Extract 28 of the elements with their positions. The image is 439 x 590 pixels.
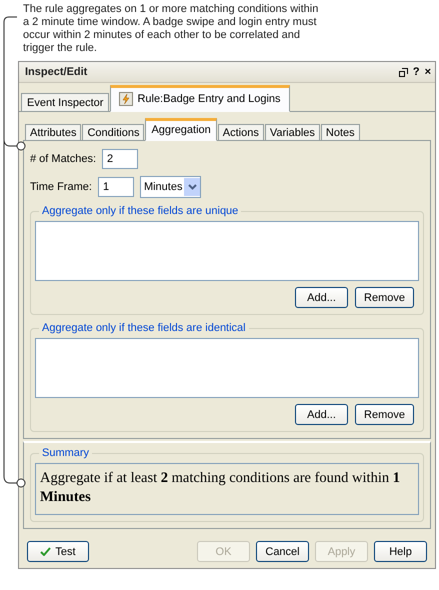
close-button[interactable]: × xyxy=(424,66,431,78)
add-button[interactable]: Add... xyxy=(295,404,348,425)
matches-field[interactable]: 2 xyxy=(102,149,138,169)
time-frame-label: Time Frame: xyxy=(30,181,92,193)
editor-tab[interactable]: Rule:Badge Entry and Logins xyxy=(110,85,290,112)
section-tab[interactable]: Attributes xyxy=(25,124,82,141)
remove-button[interactable]: Remove xyxy=(355,404,414,425)
section-tab[interactable]: Notes xyxy=(320,124,360,141)
summary-title: Summary xyxy=(41,447,90,459)
help-button[interactable]: ? xyxy=(412,66,420,78)
section-tab[interactable]: Actions xyxy=(218,124,264,141)
section-tab[interactable]: Aggregation xyxy=(145,118,217,141)
editor-tab[interactable]: Event Inspector xyxy=(21,93,110,112)
group-title: Aggregate only if these fields are unique xyxy=(41,205,240,217)
add-button[interactable]: Add... xyxy=(295,287,348,308)
dialog-button[interactable]: Help xyxy=(374,541,427,562)
window-title: Inspect/Edit xyxy=(25,66,88,78)
matches-label: # of Matches: xyxy=(30,153,96,165)
test-button[interactable]: Test xyxy=(27,541,89,562)
dialog-button[interactable]: Cancel xyxy=(256,541,309,562)
remove-button[interactable]: Remove xyxy=(355,287,414,308)
callout-text: The rule aggregates on 1 or more matching conditions within a 2 minute time window. A badge swipe and login entry must occur within 2 minutes of each other to be correlated and trigger the rule. xyxy=(23,3,320,55)
time-frame-field[interactable]: 1 xyxy=(98,177,134,197)
unit-dropdown[interactable]: Minutes xyxy=(140,176,202,198)
group-title: Aggregate only if these fields are identical xyxy=(41,322,247,334)
section-tab[interactable]: Variables xyxy=(264,124,320,141)
section-tab[interactable]: Conditions xyxy=(82,124,144,141)
summary-text: Aggregate if at least 2 matching conditions are found within 1 Minutes xyxy=(35,463,419,515)
